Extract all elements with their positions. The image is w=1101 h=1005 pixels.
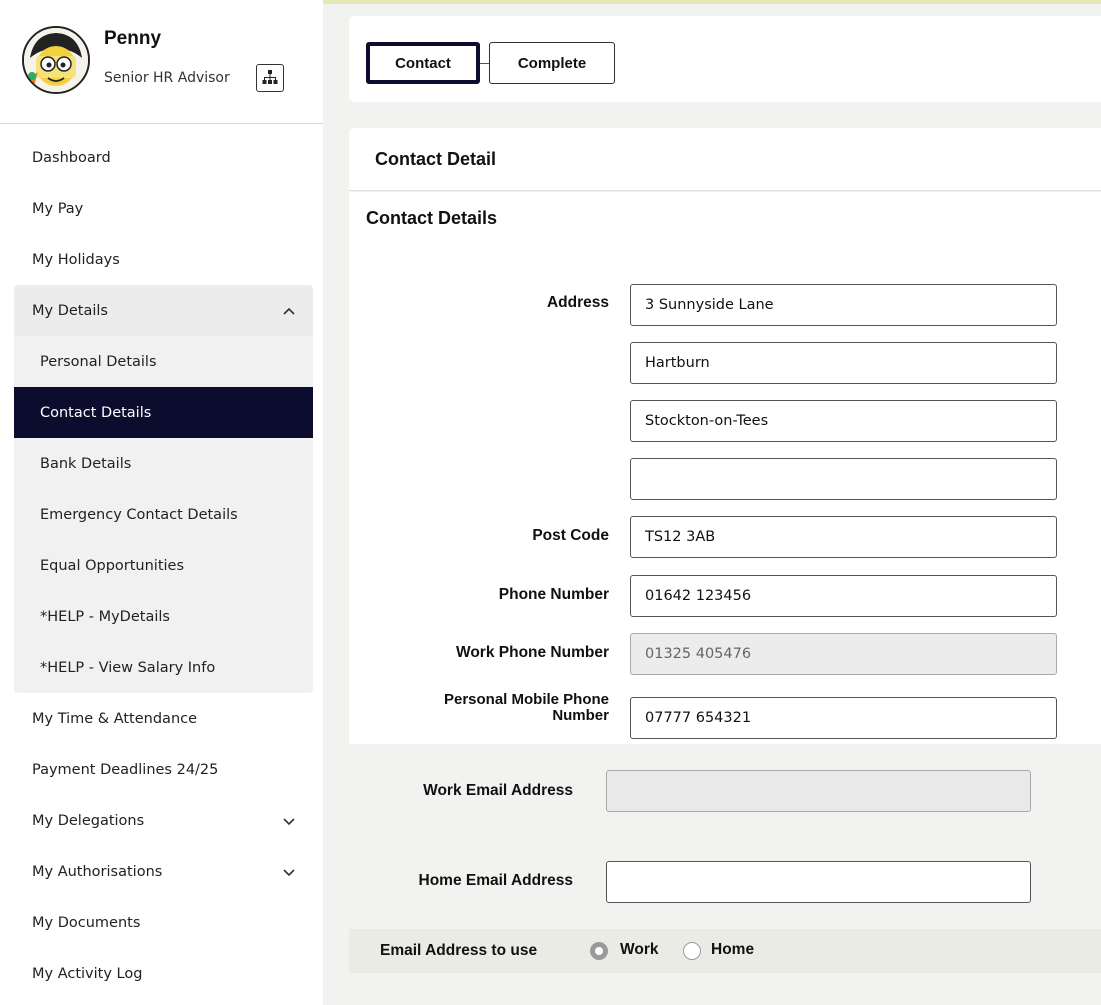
sidebar-item-documents[interactable]: My Documents	[0, 897, 323, 948]
email-home-label[interactable]: Home	[711, 941, 754, 959]
sidebar-item-my-pay[interactable]: My Pay	[0, 183, 323, 234]
sidebar-item-label: Bank Details	[40, 455, 132, 472]
address-line3-input[interactable]	[630, 400, 1057, 442]
work-phone-label: Work Phone Number	[455, 644, 609, 661]
profile-panel: Penny Senior HR Advisor	[0, 0, 323, 124]
avatar	[22, 26, 90, 94]
sidebar-item-dashboard[interactable]: Dashboard	[0, 132, 323, 183]
tab-label: Contact	[395, 54, 451, 72]
sidebar-subitem-personal-details[interactable]: Personal Details	[14, 336, 313, 387]
sidebar-item-label: My Activity Log	[32, 965, 143, 982]
sidebar-item-label: Personal Details	[40, 353, 157, 370]
email-home-radio[interactable]	[683, 942, 701, 960]
org-chart-icon	[262, 70, 278, 84]
sidebar-item-label: My Delegations	[32, 812, 145, 829]
sidebar-item-label: My Authorisations	[32, 863, 163, 880]
address-line4-input[interactable]	[630, 458, 1057, 500]
sidebar-item-label: Dashboard	[32, 149, 111, 166]
sidebar-item-label: My Details	[32, 302, 108, 319]
sidebar-nav: Dashboard My Pay My Holidays My Details …	[0, 132, 323, 999]
chevron-up-icon	[283, 307, 295, 315]
sidebar-item-label: Contact Details	[40, 404, 152, 421]
page-title: Contact Detail	[349, 128, 1101, 191]
sidebar-item-my-holidays[interactable]: My Holidays	[0, 234, 323, 285]
sidebar-item-label: Equal Opportunities	[40, 557, 185, 574]
sidebar-item-label: *HELP - View Salary Info	[40, 659, 216, 676]
email-preference-row: Email Address to use Work Home	[349, 929, 1101, 973]
tab-label: Complete	[517, 54, 587, 72]
sidebar-item-label: Emergency Contact Details	[40, 506, 238, 523]
sidebar-subitem-contact-details[interactable]: Contact Details	[14, 387, 313, 438]
sidebar-item-time-attendance[interactable]: My Time & Attendance	[0, 693, 323, 744]
mobile-input[interactable]	[630, 697, 1057, 739]
sidebar-subitem-equal-opportunities[interactable]: Equal Opportunities	[14, 540, 313, 591]
sidebar-subitem-emergency-contact[interactable]: Emergency Contact Details	[14, 489, 313, 540]
sidebar-subitem-bank-details[interactable]: Bank Details	[14, 438, 313, 489]
phone-label: Phone Number	[498, 586, 609, 603]
sidebar: Penny Senior HR Advisor Dashboard My Pay…	[0, 0, 323, 1005]
sidebar-item-payment-deadlines[interactable]: Payment Deadlines 24/25	[0, 744, 323, 795]
address-line1-input[interactable]	[630, 284, 1057, 326]
sidebar-item-delegations[interactable]: My Delegations	[0, 795, 323, 846]
main-content: Contact Complete Contact Detail Contact …	[323, 0, 1101, 1005]
work-email-input	[606, 770, 1031, 812]
tab-contact[interactable]: Contact	[366, 42, 480, 84]
work-email-label: Work Email Address	[423, 782, 573, 799]
sidebar-item-label: My Pay	[32, 200, 84, 217]
sidebar-item-label: Payment Deadlines 24/25	[32, 761, 219, 778]
mobile-label: Personal Mobile Phone Number	[349, 692, 609, 724]
sidebar-subitem-help-salary[interactable]: *HELP - View Salary Info	[14, 642, 313, 693]
email-to-use-label: Email Address to use	[380, 942, 538, 959]
org-chart-button[interactable]	[256, 64, 284, 92]
mobile-label-line1: Personal Mobile Phone	[443, 691, 609, 708]
home-email-input[interactable]	[606, 861, 1031, 903]
email-work-label[interactable]: Work	[620, 941, 658, 959]
profile-role: Senior HR Advisor	[104, 70, 230, 86]
sidebar-item-my-details[interactable]: My Details	[14, 285, 313, 336]
postcode-input[interactable]	[630, 516, 1057, 558]
sidebar-group-my-details: My Details Personal Details Contact Deta…	[14, 285, 313, 693]
sidebar-item-label: My Documents	[32, 914, 141, 931]
chevron-down-icon	[283, 817, 295, 825]
mobile-label-line2: Number	[552, 707, 609, 724]
phone-input[interactable]	[630, 575, 1057, 617]
contact-form: Contact Details Address Post Code Phone …	[349, 192, 1101, 744]
section-title: Contact Details	[366, 208, 498, 228]
address-label: Address	[546, 294, 609, 311]
chevron-down-icon	[283, 868, 295, 876]
postcode-label: Post Code	[532, 527, 609, 544]
sidebar-item-authorisations[interactable]: My Authorisations	[0, 846, 323, 897]
email-work-radio[interactable]	[590, 942, 608, 960]
sidebar-subitem-help-mydetails[interactable]: *HELP - MyDetails	[14, 591, 313, 642]
work-phone-input	[630, 633, 1057, 675]
sidebar-item-label: My Time & Attendance	[32, 710, 198, 727]
sidebar-item-activity-log[interactable]: My Activity Log	[0, 948, 323, 999]
home-email-label: Home Email Address	[418, 872, 573, 889]
tab-complete[interactable]: Complete	[489, 42, 615, 84]
profile-name: Penny	[104, 28, 162, 49]
sidebar-item-label: My Holidays	[32, 251, 120, 268]
address-line2-input[interactable]	[630, 342, 1057, 384]
sidebar-item-label: *HELP - MyDetails	[40, 608, 170, 625]
step-tabs: Contact Complete	[349, 16, 1101, 102]
